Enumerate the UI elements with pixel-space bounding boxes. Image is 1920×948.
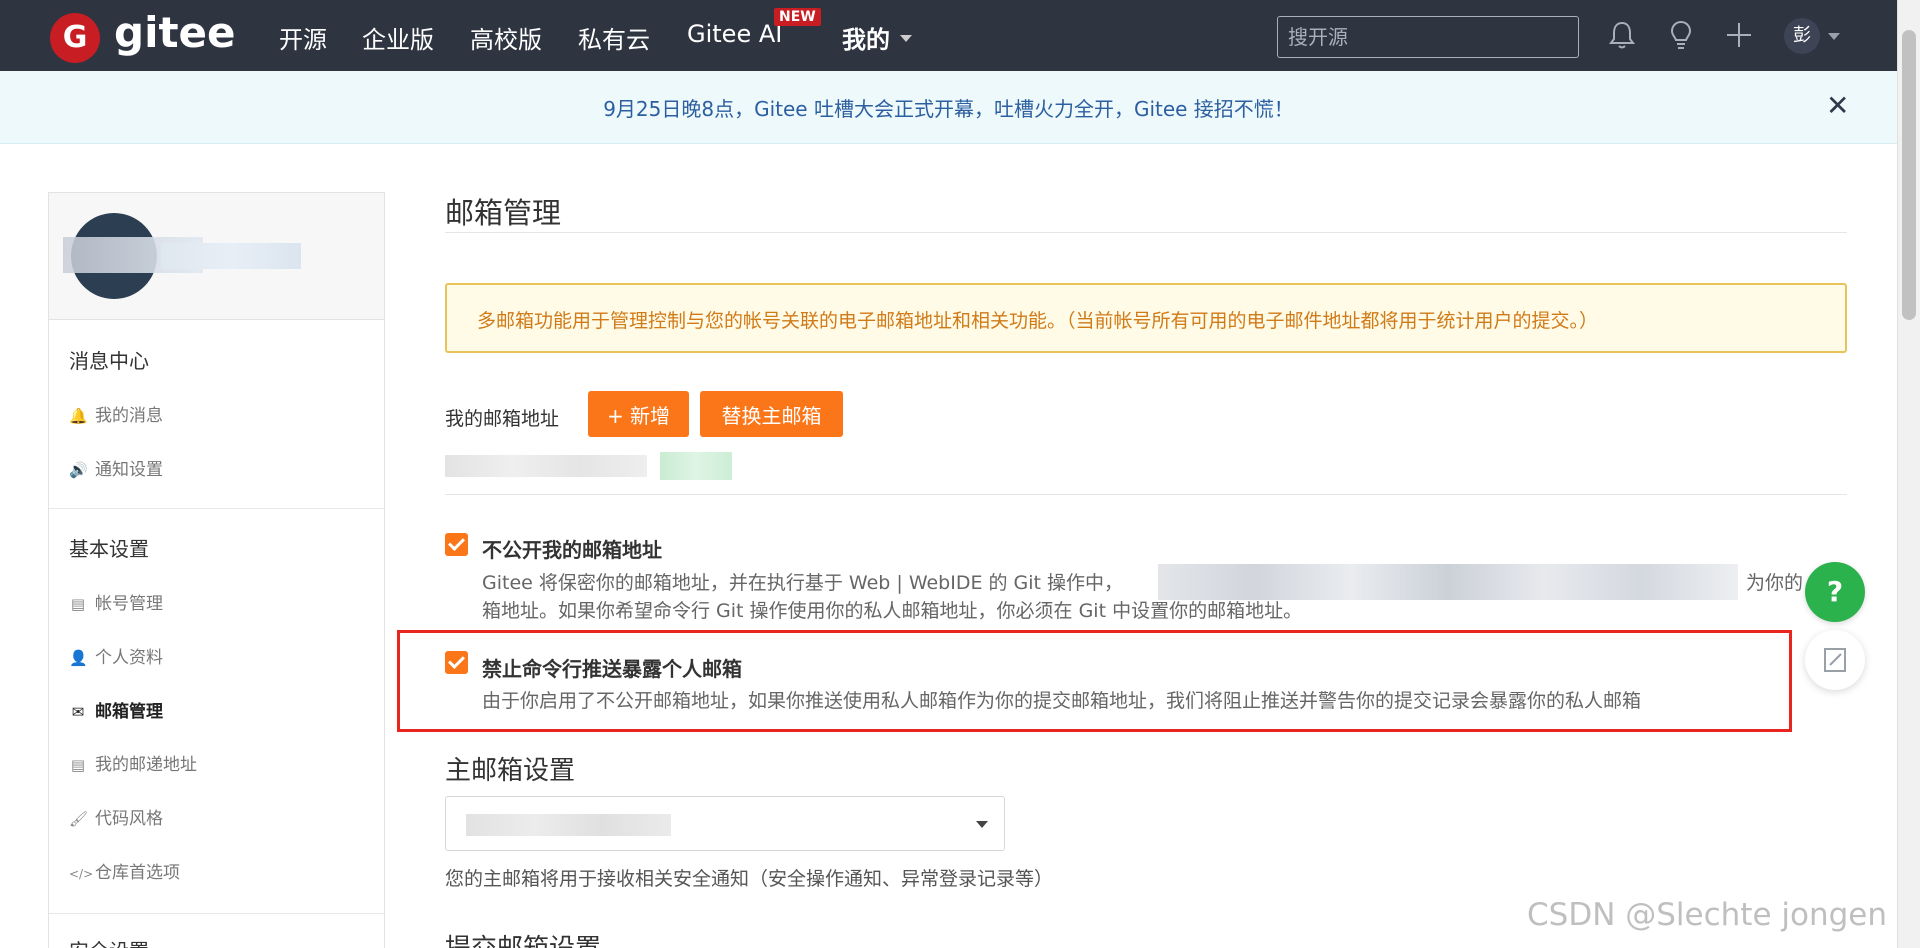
watermark: CSDN @Slechte jongen bbox=[1527, 897, 1887, 933]
sidebar-item-profile[interactable]: 👤 个人资料 bbox=[69, 643, 163, 668]
sidebar-item-account[interactable]: ▤ 帐号管理 bbox=[69, 589, 163, 614]
redacted-email bbox=[445, 455, 647, 477]
nav-university[interactable]: 高校版 bbox=[470, 20, 542, 55]
sidebar-item-mailing-address[interactable]: ▤ 我的邮递地址 bbox=[69, 750, 197, 775]
primary-email-hint: 您的主邮箱将用于接收相关安全通知（安全操作通知、异常登录记录等） bbox=[445, 868, 1054, 890]
notice-text: 多邮箱功能用于管理控制与您的帐号关联的电子邮箱地址和相关功能。（当前帐号所有可用… bbox=[477, 310, 1599, 332]
envelope-icon: ✉ bbox=[71, 703, 85, 721]
nav-private-cloud[interactable]: 私有云 bbox=[578, 20, 650, 55]
announcement-bar: 9月25日晚8点，Gitee 吐槽大会正式开幕，吐槽火力全开，Gitee 接招不… bbox=[0, 71, 1897, 144]
hide-email-title[interactable]: 不公开我的邮箱地址 bbox=[482, 534, 662, 563]
sidebar-item-repo-preferences[interactable]: </> 仓库首选项 bbox=[69, 858, 180, 883]
edit-icon bbox=[1824, 648, 1846, 672]
top-navbar: G gitee 开源 企业版 高校版 私有云 Gitee AI NEW 我的 彭 bbox=[0, 0, 1897, 71]
close-icon[interactable]: ✕ bbox=[1826, 89, 1849, 122]
avatar-chevron-down-icon[interactable] bbox=[1828, 33, 1840, 40]
primary-email-title: 主邮箱设置 bbox=[445, 756, 576, 786]
replace-primary-email-button[interactable]: 替换主邮箱 bbox=[700, 391, 843, 437]
sidebar-item-label: 仓库首选项 bbox=[95, 863, 180, 883]
sidebar-item-notification-settings[interactable]: 🔊 通知设置 bbox=[69, 455, 163, 480]
section-basic-settings: 基本设置 bbox=[69, 537, 149, 561]
new-badge: NEW bbox=[774, 8, 821, 26]
nav-open-source[interactable]: 开源 bbox=[279, 20, 327, 55]
nav-mine[interactable]: 我的 bbox=[842, 20, 890, 55]
sidebar-item-code-style[interactable]: 🖌 代码风格 bbox=[69, 804, 163, 829]
gitee-logo[interactable]: G bbox=[50, 13, 100, 63]
redacted-email-badge bbox=[660, 452, 732, 480]
sidebar-item-label: 我的邮递地址 bbox=[95, 755, 197, 775]
bell-icon[interactable] bbox=[1605, 18, 1639, 52]
primary-email-select[interactable] bbox=[445, 796, 1005, 851]
volume-icon: 🔊 bbox=[69, 461, 88, 479]
code-icon: </> bbox=[69, 867, 94, 881]
section-security-settings: 安全设置 bbox=[69, 935, 149, 948]
sidebar-item-label: 代码风格 bbox=[95, 809, 163, 829]
sidebar-item-label: 通知设置 bbox=[95, 460, 163, 480]
info-notice: 多邮箱功能用于管理控制与您的帐号关联的电子邮箱地址和相关功能。（当前帐号所有可用… bbox=[445, 283, 1847, 353]
help-button[interactable]: ? bbox=[1805, 562, 1865, 622]
title-divider bbox=[445, 232, 1847, 233]
page-title: 邮箱管理 bbox=[445, 196, 562, 230]
announcement-text[interactable]: 9月25日晚8点，Gitee 吐槽大会正式开幕，吐槽火力全开，Gitee 接招不… bbox=[0, 93, 1897, 122]
sidebar-item-email-management[interactable]: ✉ 邮箱管理 bbox=[69, 697, 163, 722]
page-scrollbar[interactable] bbox=[1897, 0, 1920, 948]
block-push-desc: 由于你启用了不公开邮箱地址，如果你推送使用私人邮箱作为你的提交邮箱地址，我们将阻… bbox=[482, 690, 1642, 712]
block-push-checkbox[interactable] bbox=[445, 651, 468, 674]
sidebar-divider bbox=[49, 913, 384, 914]
email-row-divider bbox=[445, 494, 1847, 495]
block-push-title[interactable]: 禁止命令行推送暴露个人邮箱 bbox=[482, 653, 742, 682]
sidebar-item-label: 帐号管理 bbox=[95, 594, 163, 614]
nav-gitee-ai[interactable]: Gitee AI bbox=[687, 20, 782, 48]
sidebar-item-my-messages[interactable]: 🔔 我的消息 bbox=[69, 401, 163, 426]
profile-card bbox=[49, 193, 384, 320]
redacted-primary-email bbox=[466, 814, 671, 836]
hide-email-desc-line1: Gitee 将保密你的邮箱地址，并在执行基于 Web | WebIDE 的 Gi… bbox=[482, 572, 1124, 594]
hide-email-desc-line1-end: 为你的 bbox=[1746, 572, 1804, 594]
logo-text[interactable]: gitee bbox=[114, 8, 236, 57]
address-card-icon: ▤ bbox=[70, 756, 86, 774]
redacted-username-2 bbox=[161, 243, 301, 269]
sidebar-item-label: 邮箱管理 bbox=[95, 702, 163, 722]
feedback-button[interactable] bbox=[1805, 630, 1865, 690]
nav-enterprise[interactable]: 企业版 bbox=[362, 20, 434, 55]
commit-email-title: 提交邮箱设置 bbox=[445, 928, 601, 948]
plus-icon[interactable] bbox=[1722, 18, 1756, 52]
sidebar-divider bbox=[49, 508, 384, 509]
hide-email-checkbox[interactable] bbox=[445, 533, 468, 556]
logo-letter: G bbox=[62, 20, 88, 55]
redacted-noreply-email bbox=[1158, 564, 1738, 600]
sidebar-item-label: 个人资料 bbox=[95, 648, 163, 668]
sidebar-item-label: 我的消息 bbox=[95, 406, 163, 426]
brush-icon: 🖌 bbox=[69, 810, 89, 828]
scrollbar-thumb[interactable] bbox=[1902, 30, 1916, 320]
hide-email-desc-line2: 箱地址。如果你希望命令行 Git 操作使用你的私人邮箱地址，你必须在 Git 中… bbox=[482, 600, 1303, 622]
add-email-button[interactable]: + 新增 bbox=[588, 391, 689, 437]
my-email-label: 我的邮箱地址 bbox=[445, 408, 560, 430]
section-message-center: 消息中心 bbox=[69, 349, 149, 373]
id-card-icon: ▤ bbox=[70, 595, 86, 613]
search-input[interactable] bbox=[1277, 16, 1579, 58]
bell-icon: 🔔 bbox=[69, 407, 88, 425]
settings-sidebar: 消息中心 🔔 我的消息 🔊 通知设置 基本设置 ▤ 帐号管理 👤 个人资料 ✉ 邮箱管理 … bbox=[48, 192, 385, 948]
user-avatar[interactable]: 彭 bbox=[1784, 18, 1820, 54]
lightbulb-icon[interactable] bbox=[1664, 18, 1698, 52]
user-icon: 👤 bbox=[69, 649, 88, 667]
chevron-down-icon[interactable] bbox=[976, 821, 988, 828]
chevron-down-icon[interactable] bbox=[900, 35, 912, 42]
